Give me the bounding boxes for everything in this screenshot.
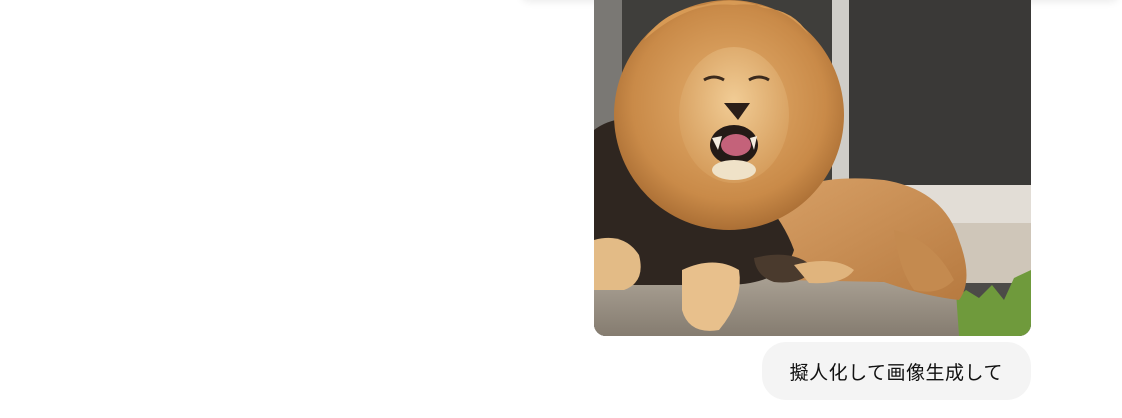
user-message-bubble: 擬人化して画像生成して (761, 342, 1031, 400)
attached-image[interactable] (594, 0, 1031, 336)
user-message-text: 擬人化して画像生成して (789, 361, 1003, 384)
lion-photo (594, 0, 1031, 336)
chat-page: 擬人化して画像生成して (0, 0, 1122, 418)
